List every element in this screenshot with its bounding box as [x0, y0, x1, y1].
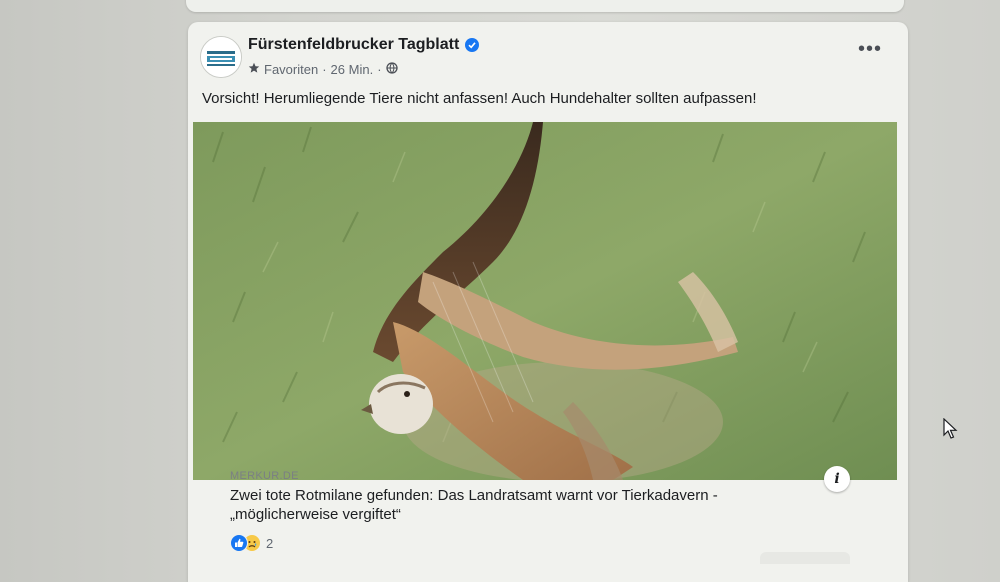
post-card: Fürstenfeldbrucker Tagblatt Favoriten · … [188, 22, 908, 582]
page-name-row: Fürstenfeldbrucker Tagblatt [248, 36, 480, 54]
like-reaction-icon [230, 534, 248, 552]
page-name[interactable]: Fürstenfeldbrucker Tagblatt [248, 36, 459, 54]
post-meta: Favoriten · 26 Min. · [248, 62, 398, 77]
previous-post-card [186, 0, 904, 12]
page-avatar[interactable] [200, 36, 242, 78]
more-options-button[interactable]: ••• [856, 39, 884, 60]
meta-separator: · [377, 62, 382, 77]
globe-icon [385, 62, 398, 77]
reactions-summary[interactable]: 2 [230, 534, 273, 552]
link-source: MERKUR.DE [230, 470, 299, 482]
info-button[interactable]: i [824, 466, 850, 492]
audience-label[interactable]: Favoriten [264, 62, 318, 77]
post-timestamp[interactable]: 26 Min. [331, 62, 374, 77]
meta-separator: · [322, 62, 327, 77]
star-icon [248, 62, 260, 77]
mouse-cursor-icon [943, 417, 959, 445]
next-element-edge [760, 552, 850, 564]
verified-badge-icon [465, 38, 480, 52]
link-title[interactable]: Zwei tote Rotmilane gefunden: Das Landra… [230, 486, 790, 524]
link-preview-image[interactable] [193, 122, 897, 480]
post-text: Vorsicht! Herumliegende Tiere nicht anfa… [202, 90, 757, 107]
reaction-count: 2 [266, 535, 274, 551]
